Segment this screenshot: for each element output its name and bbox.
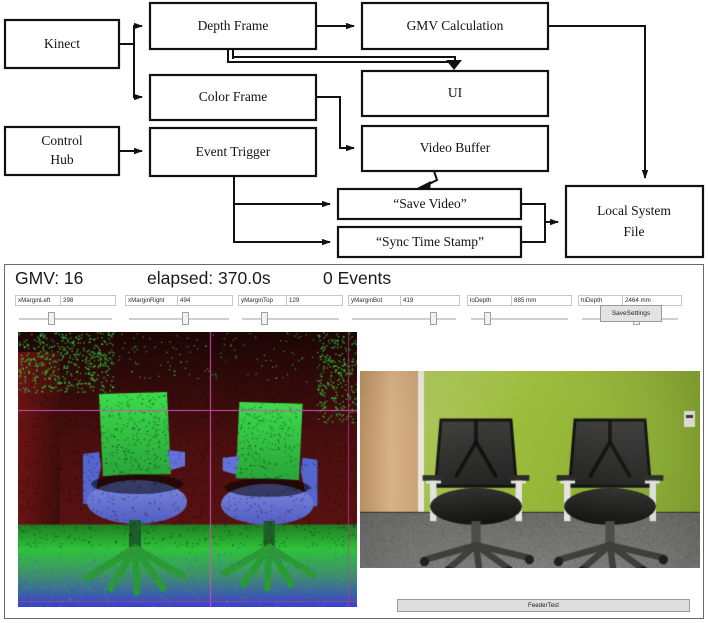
field-pair-lodepth: loDepth 885 mm	[467, 295, 572, 306]
save-settings-button[interactable]: SaveSettings	[600, 305, 662, 322]
edge-color-frame-to-video-buffer	[316, 97, 354, 148]
node-event-trigger-label: Event Trigger	[196, 144, 271, 159]
xmarginright-slider-track[interactable]	[129, 318, 229, 320]
field-pair-ymargintop: yMarginTop 129	[238, 295, 343, 306]
depth-point-cloud-preview[interactable]	[18, 332, 357, 607]
ymarginbot-slider-thumb[interactable]	[430, 312, 437, 325]
feeder-test-button[interactable]: FeederTest	[397, 599, 690, 612]
control-group-xmarginright: xMarginRight 494	[125, 295, 233, 327]
edge-sync-to-local-file	[521, 222, 545, 242]
edge-save-video-to-local-file	[521, 204, 558, 222]
node-gmv-calculation: GMV Calculation	[362, 3, 548, 49]
node-gmv-calculation-label: GMV Calculation	[407, 18, 504, 33]
node-control-hub-label-line2: Hub	[50, 152, 73, 167]
xmarginleft-slider-thumb[interactable]	[48, 312, 55, 325]
field-pair-xmarginright: xMarginRight 494	[125, 295, 233, 306]
elapsed-status-label: elapsed: 370.0s	[147, 268, 271, 289]
xmarginright-value-field[interactable]: 494	[177, 295, 233, 306]
node-save-video: “Save Video”	[338, 189, 521, 219]
ymargintop-value-field[interactable]: 129	[286, 295, 343, 306]
node-color-frame-label: Color Frame	[199, 89, 268, 104]
node-color-frame: Color Frame	[150, 75, 316, 120]
xmarginleft-slider[interactable]	[15, 312, 116, 326]
node-local-system-file: Local System File	[566, 186, 703, 257]
xmarginright-slider[interactable]	[125, 312, 233, 326]
node-local-system-file-label-line2: File	[623, 224, 644, 239]
control-group-ymarginbot: yMarginBot 419	[348, 295, 460, 327]
color-preview-canvas	[360, 371, 700, 568]
control-group-lodepth: loDepth 885 mm	[467, 295, 572, 327]
ymarginbot-slider-track[interactable]	[352, 318, 456, 320]
node-control-hub: Control Hub	[5, 127, 119, 175]
diagram-nodes: Kinect Depth Frame GMV Calculation Color…	[5, 3, 703, 257]
events-status-label: 0 Events	[323, 268, 391, 289]
gmv-status-label: GMV: 16	[15, 268, 83, 289]
node-video-buffer-label: Video Buffer	[420, 140, 491, 155]
ymargintop-slider[interactable]	[238, 312, 343, 326]
diagram-svg: Kinect Depth Frame GMV Calculation Color…	[0, 0, 708, 262]
edge-depth-to-ui-arrowhead	[446, 60, 462, 70]
xmarginleft-slider-track[interactable]	[19, 318, 112, 320]
field-pair-ymarginbot: yMarginBot 419	[348, 295, 460, 306]
node-save-video-label: “Save Video”	[393, 196, 467, 211]
xmarginleft-value-field[interactable]: 298	[60, 295, 116, 306]
edge-gmv-to-local-file	[548, 26, 645, 178]
node-depth-frame: Depth Frame	[150, 3, 316, 49]
node-kinect-label: Kinect	[44, 36, 80, 51]
edge-kinect-to-color-frame	[134, 44, 142, 97]
lodepth-slider[interactable]	[467, 312, 572, 326]
node-local-system-file-label-line1: Local System	[597, 203, 671, 218]
kinect-capture-app-window: GMV: 16 elapsed: 370.0s 0 Events xMargin…	[4, 264, 704, 619]
ymarginbot-slider[interactable]	[348, 312, 460, 326]
node-sync-time-stamp-label: “Sync Time Stamp”	[376, 234, 484, 249]
control-group-ymargintop: yMarginTop 129	[238, 295, 343, 327]
node-video-buffer: Video Buffer	[362, 126, 548, 171]
node-kinect: Kinect	[5, 20, 119, 68]
status-row: GMV: 16 elapsed: 370.0s 0 Events	[5, 267, 703, 293]
ymarginbot-label: yMarginBot	[348, 295, 400, 306]
color-camera-preview[interactable]	[360, 371, 700, 568]
edge-depth-to-ui-upper	[233, 49, 455, 63]
xmarginright-label: xMarginRight	[125, 295, 177, 306]
edge-event-trigger-to-sync-time-stamp	[234, 204, 330, 242]
node-depth-frame-label: Depth Frame	[198, 18, 269, 33]
ymargintop-slider-thumb[interactable]	[261, 312, 268, 325]
control-group-xmarginleft: xMarginLeft 298	[15, 295, 116, 327]
node-sync-time-stamp: “Sync Time Stamp”	[338, 227, 521, 257]
node-ui-label: UI	[448, 85, 463, 100]
node-event-trigger: Event Trigger	[150, 128, 316, 176]
ymarginbot-value-field[interactable]: 419	[400, 295, 460, 306]
node-control-hub-label-line1: Control	[41, 133, 83, 148]
edge-event-trigger-to-save-video	[234, 176, 330, 204]
node-ui: UI	[362, 71, 548, 116]
lodepth-slider-thumb[interactable]	[484, 312, 491, 325]
xmarginright-slider-thumb[interactable]	[182, 312, 189, 325]
ymargintop-slider-track[interactable]	[242, 318, 339, 320]
lodepth-label: loDepth	[467, 295, 511, 306]
depth-preview-canvas	[18, 332, 357, 607]
ymargintop-label: yMarginTop	[238, 295, 286, 306]
edge-kinect-to-depth-frame	[134, 26, 142, 44]
system-block-diagram: Kinect Depth Frame GMV Calculation Color…	[0, 0, 708, 262]
field-pair-xmarginleft: xMarginLeft 298	[15, 295, 116, 306]
xmarginleft-label: xMarginLeft	[15, 295, 60, 306]
margin-and-depth-controls-row: xMarginLeft 298 xMarginRight 494 yMarginTop 1…	[5, 295, 703, 327]
lodepth-value-field[interactable]: 885 mm	[511, 295, 572, 306]
